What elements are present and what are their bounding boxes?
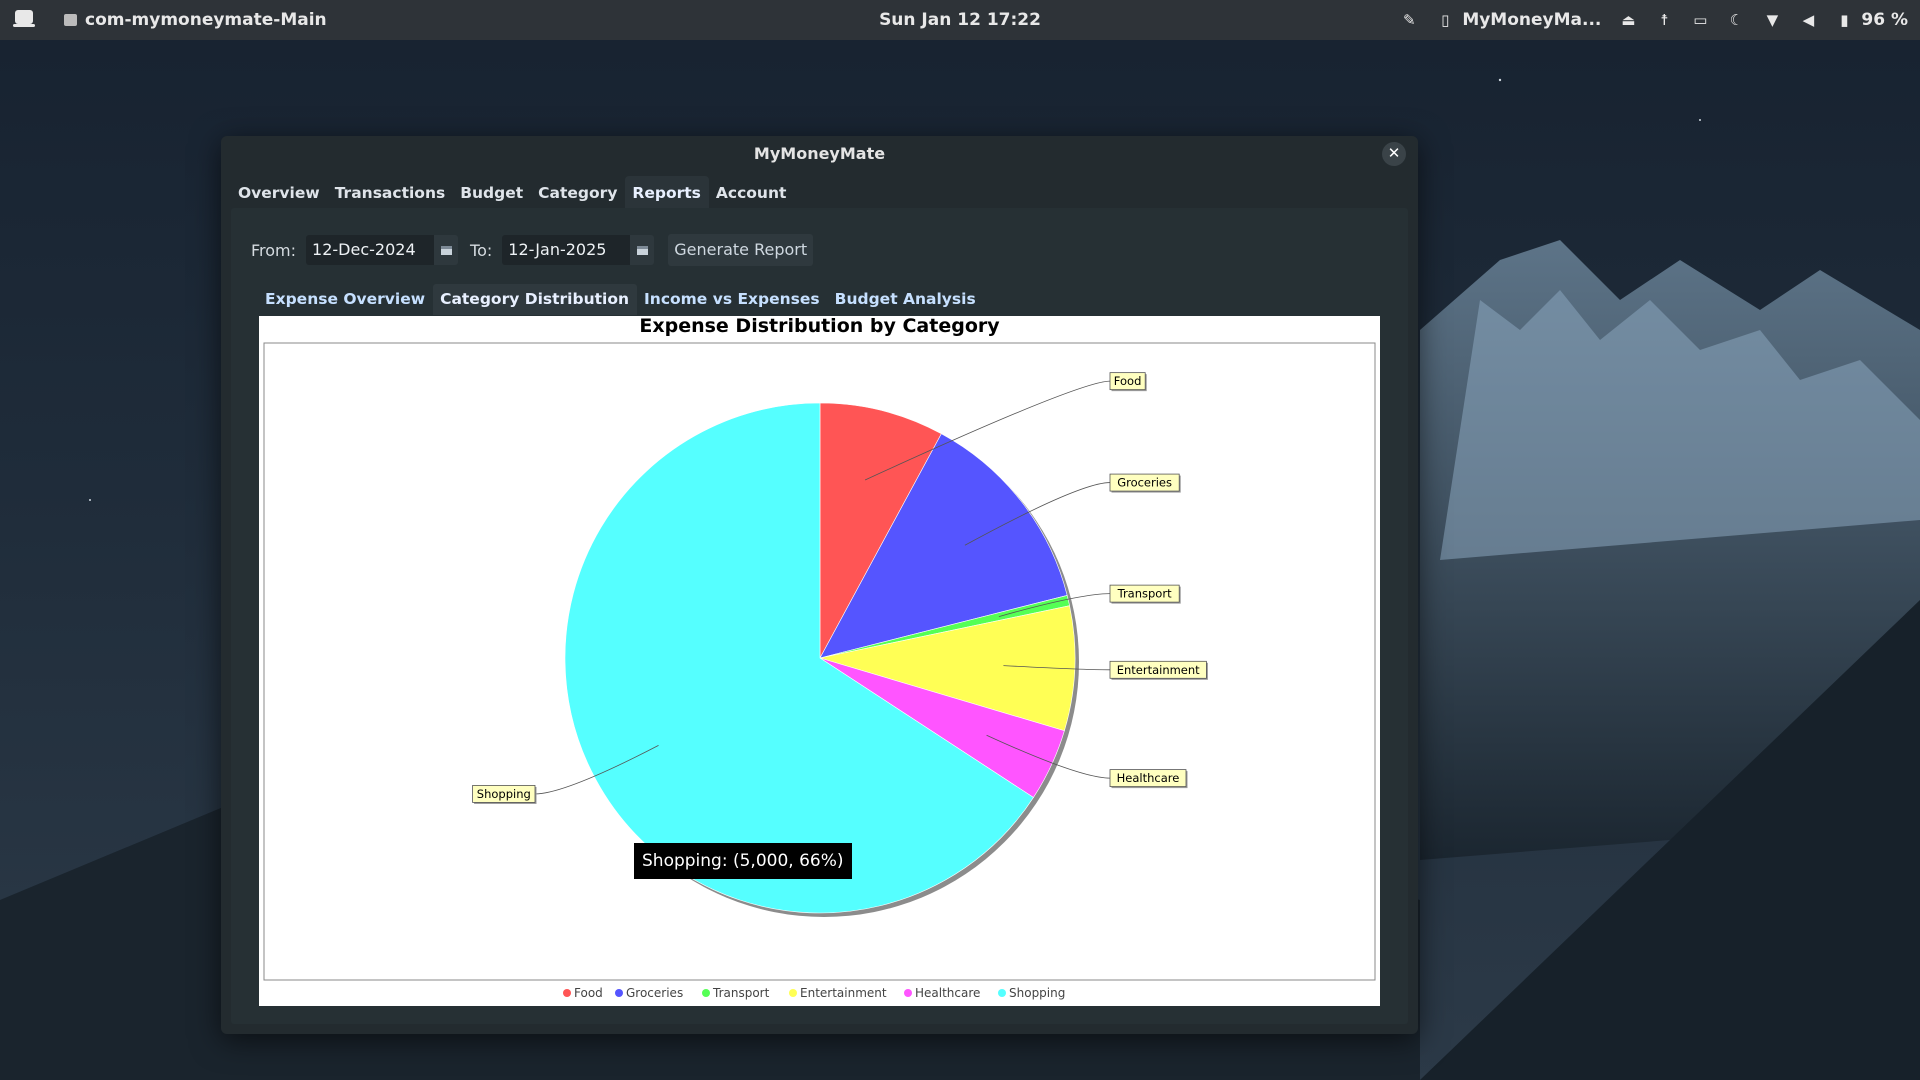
legend-marker-healthcare bbox=[904, 989, 912, 997]
tray-app-name: MyMoneyMa... bbox=[1462, 10, 1602, 30]
legend-marker-food bbox=[563, 989, 571, 997]
slice-label-transport: Transport bbox=[1117, 587, 1172, 601]
tab-income-vs-expenses[interactable]: Income vs Expenses bbox=[637, 284, 828, 315]
slice-label-shopping: Shopping bbox=[477, 787, 531, 801]
focused-app-name: com-mymoneymate-Main bbox=[85, 10, 327, 30]
tray-app-item[interactable]: ▯ MyMoneyMa... bbox=[1436, 10, 1601, 30]
tab-overview[interactable]: Overview bbox=[231, 176, 328, 209]
legend-label-entertainment: Entertainment bbox=[800, 986, 887, 1000]
legend-marker-transport bbox=[702, 989, 710, 997]
tab-budget[interactable]: Budget bbox=[453, 176, 531, 209]
night-light-icon[interactable]: ☾ bbox=[1727, 11, 1745, 29]
battery-icon: ▮ bbox=[1840, 11, 1849, 29]
app-icon bbox=[64, 14, 77, 26]
clipboard-icon: ▯ bbox=[1441, 11, 1450, 29]
calendar-icon bbox=[636, 245, 648, 255]
tab-expense-overview[interactable]: Expense Overview bbox=[258, 284, 433, 315]
chart-tooltip: Shopping: (5,000, 66%) bbox=[634, 843, 852, 879]
battery-percent: 96 % bbox=[1861, 10, 1908, 30]
system-tray: ✎ ▯ MyMoneyMa... ⏏ ☨ ▭ ☾ ▼ ◀ ▮ 96 % bbox=[1400, 7, 1908, 33]
legend-marker-shopping bbox=[998, 989, 1006, 997]
slice-label-groceries: Groceries bbox=[1117, 476, 1172, 490]
slice-label-healthcare: Healthcare bbox=[1117, 771, 1180, 785]
to-label: To: bbox=[470, 240, 493, 260]
slice-label-food: Food bbox=[1114, 374, 1142, 388]
tab-account[interactable]: Account bbox=[709, 176, 795, 209]
tab-reports[interactable]: Reports bbox=[625, 176, 709, 209]
legend-label-groceries: Groceries bbox=[626, 986, 683, 1000]
close-button[interactable]: ✕ bbox=[1382, 142, 1406, 166]
window-title: MyMoneyMate bbox=[753, 144, 886, 163]
legend-label-shopping: Shopping bbox=[1009, 986, 1065, 1000]
display-icon[interactable]: ▭ bbox=[1691, 11, 1709, 29]
generate-report-button[interactable]: Generate Report bbox=[668, 234, 814, 266]
chart-title: Expense Distribution by Category bbox=[639, 316, 1000, 337]
slice-label-entertainment: Entertainment bbox=[1117, 663, 1200, 677]
report-tab-bar: Expense Overview Category Distribution I… bbox=[258, 284, 984, 315]
chart-panel: Expense Distribution by Category Food Groc… bbox=[259, 316, 1380, 1006]
pen-icon[interactable]: ✎ bbox=[1400, 11, 1418, 29]
calendar-icon bbox=[440, 245, 452, 255]
tab-category-distribution[interactable]: Category Distribution bbox=[433, 284, 638, 315]
volume-icon[interactable]: ◀ bbox=[1799, 11, 1817, 29]
legend-marker-entertainment bbox=[789, 989, 797, 997]
accessibility-icon[interactable]: ☨ bbox=[1655, 11, 1673, 29]
from-date-field[interactable]: 12-Dec-2024 bbox=[306, 235, 435, 265]
clock[interactable]: Sun Jan 12 17:22 bbox=[879, 10, 1041, 30]
main-tab-bar: Overview Transactions Budget Category Re… bbox=[231, 176, 794, 209]
from-calendar-button[interactable] bbox=[434, 235, 459, 265]
eject-icon[interactable]: ⏏ bbox=[1619, 11, 1637, 29]
tab-budget-analysis[interactable]: Budget Analysis bbox=[828, 284, 984, 315]
to-calendar-button[interactable] bbox=[630, 235, 655, 265]
tab-category[interactable]: Category bbox=[531, 176, 625, 209]
battery-indicator[interactable]: ▮ 96 % bbox=[1835, 10, 1908, 30]
report-controls: From: 12-Dec-2024 To: 12-Jan-2025 Genera… bbox=[251, 234, 814, 266]
activities-icon[interactable] bbox=[12, 8, 36, 30]
titlebar[interactable]: MyMoneyMate ✕ bbox=[221, 136, 1418, 172]
legend-marker-groceries bbox=[615, 989, 623, 997]
legend-label-transport: Transport bbox=[712, 986, 770, 1000]
focused-app-indicator[interactable]: com-mymoneymate-Main bbox=[64, 10, 327, 30]
legend-label-food: Food bbox=[574, 986, 603, 1000]
app-window: MyMoneyMate ✕ Overview Transactions Budg… bbox=[221, 136, 1418, 1034]
from-label: From: bbox=[251, 240, 297, 260]
wifi-icon[interactable]: ▼ bbox=[1763, 11, 1781, 29]
tab-transactions[interactable]: Transactions bbox=[328, 176, 454, 209]
top-panel: com-mymoneymate-Main Sun Jan 12 17:22 ✎ … bbox=[0, 0, 1920, 40]
to-date-field[interactable]: 12-Jan-2025 bbox=[502, 235, 631, 265]
pie-chart: Expense Distribution by Category Food Groc… bbox=[263, 316, 1376, 1000]
legend-label-healthcare: Healthcare bbox=[915, 986, 980, 1000]
